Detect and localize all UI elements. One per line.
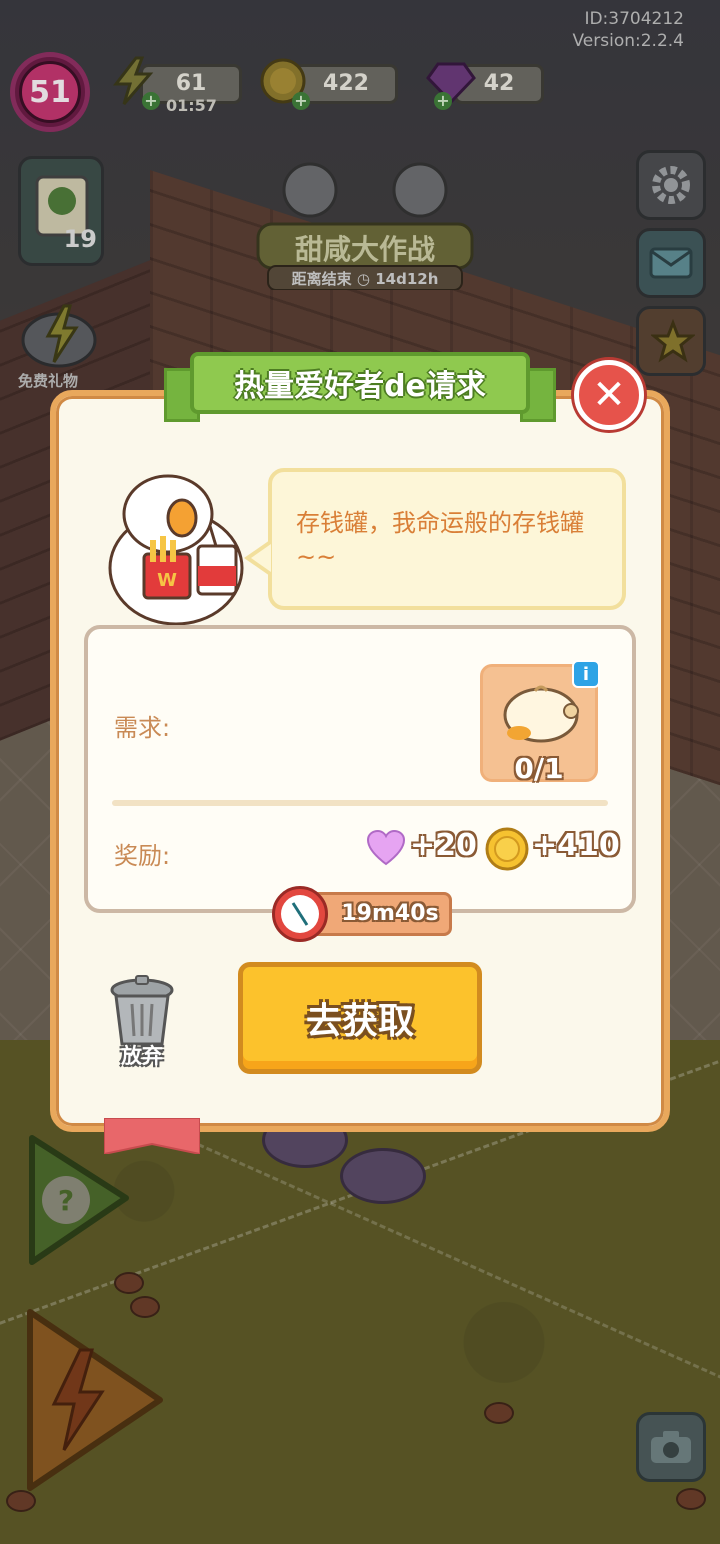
clock-icon bbox=[272, 886, 328, 942]
close-icon: ✕ bbox=[592, 372, 626, 418]
duck-customer-avatar: W bbox=[108, 474, 244, 626]
request-timer-value: 19m40s bbox=[341, 901, 439, 926]
coin-icon bbox=[485, 827, 529, 871]
go-get-label: 去获取 bbox=[305, 1001, 414, 1042]
reward-label: 奖励: bbox=[114, 842, 171, 870]
dialog-title: 热量爱好者de请求 bbox=[190, 352, 530, 414]
speech-tail-inner bbox=[251, 544, 271, 572]
reward-hearts: +20 bbox=[410, 828, 477, 863]
close-button[interactable]: ✕ bbox=[574, 360, 644, 430]
speech-bubble: 存钱罐，我命运般的存钱罐~~ bbox=[268, 468, 626, 610]
divider bbox=[112, 800, 608, 806]
requirement-label: 需求: bbox=[114, 714, 171, 742]
trash-icon[interactable] bbox=[106, 974, 178, 1048]
speech-text: 存钱罐，我命运般的存钱罐~~ bbox=[296, 509, 584, 571]
go-get-button[interactable]: 去获取 bbox=[238, 962, 482, 1074]
heart-icon bbox=[366, 830, 406, 866]
requirement-count: 0/1 bbox=[514, 752, 564, 785]
dialog-bookmark bbox=[104, 1118, 200, 1154]
svg-text:W: W bbox=[157, 570, 177, 591]
piggy-bank-icon bbox=[503, 685, 579, 743]
reward-coins: +410 bbox=[532, 828, 620, 863]
info-icon[interactable]: i bbox=[572, 660, 600, 688]
abandon-label[interactable]: 放弃 bbox=[110, 1040, 174, 1070]
